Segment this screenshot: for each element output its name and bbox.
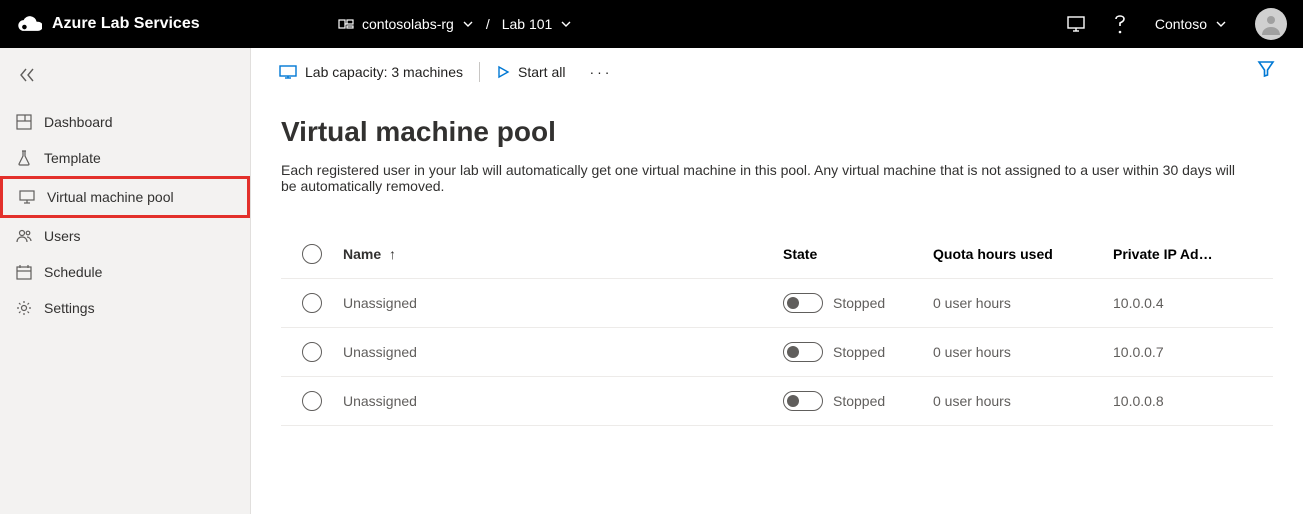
column-header-state[interactable]: State [783, 246, 933, 262]
table-header: Name ↑ State Quota hours used Private IP… [281, 230, 1273, 279]
double-chevron-left-icon [18, 66, 36, 84]
row-checkbox[interactable] [302, 391, 322, 411]
lab-capacity-button[interactable]: Lab capacity: 3 machines [279, 64, 463, 80]
row-name[interactable]: Unassigned [343, 295, 783, 311]
topbar-right: Contoso [1067, 8, 1287, 40]
calendar-icon [16, 264, 32, 280]
page: Virtual machine pool Each registered use… [251, 96, 1303, 426]
breadcrumb: contosolabs-rg / Lab 101 [336, 12, 574, 36]
page-title: Virtual machine pool [281, 116, 1273, 148]
vm-table: Name ↑ State Quota hours used Private IP… [281, 230, 1273, 426]
sidebar-item-users[interactable]: Users [0, 218, 250, 254]
row-name[interactable]: Unassigned [343, 393, 783, 409]
row-quota: 0 user hours [933, 295, 1113, 311]
sidebar-item-label: Dashboard [44, 114, 113, 130]
brand-name: Azure Lab Services [52, 15, 200, 33]
monitor-icon [279, 65, 297, 79]
sidebar: Dashboard Template Virtual machine pool … [0, 48, 251, 514]
column-header-name[interactable]: Name ↑ [343, 246, 783, 262]
help-icon[interactable] [1113, 14, 1127, 34]
breadcrumb-rg-label: contosolabs-rg [362, 16, 454, 32]
row-name[interactable]: Unassigned [343, 344, 783, 360]
row-state: Stopped [833, 393, 885, 409]
toolbar-separator [479, 62, 480, 82]
table-row: Unassigned Stopped 0 user hours 10.0.0.7 [281, 328, 1273, 377]
sidebar-item-settings[interactable]: Settings [0, 290, 250, 326]
monitor-icon[interactable] [1067, 16, 1085, 32]
row-state: Stopped [833, 344, 885, 360]
sidebar-item-template[interactable]: Template [0, 140, 250, 176]
gear-icon [16, 300, 32, 316]
sidebar-item-label: Schedule [44, 264, 102, 280]
dashboard-icon [16, 114, 32, 130]
select-all-checkbox[interactable] [302, 244, 322, 264]
state-toggle[interactable] [783, 342, 823, 362]
collapse-sidebar-button[interactable] [0, 58, 250, 104]
breadcrumb-lab[interactable]: Lab 101 [500, 12, 575, 36]
row-ip: 10.0.0.8 [1113, 393, 1273, 409]
resource-group-icon [338, 16, 354, 32]
directory-label: Contoso [1155, 16, 1207, 32]
topbar: Azure Lab Services contosolabs-rg / Lab … [0, 0, 1303, 48]
user-icon [1260, 13, 1282, 35]
more-button[interactable]: ··· [589, 64, 612, 80]
row-checkbox[interactable] [302, 293, 322, 313]
chevron-down-icon [462, 18, 474, 30]
sort-ascending-icon: ↑ [389, 246, 396, 262]
monitor-icon [19, 189, 35, 205]
row-checkbox[interactable] [302, 342, 322, 362]
table-row: Unassigned Stopped 0 user hours 10.0.0.8 [281, 377, 1273, 426]
sidebar-item-label: Users [44, 228, 81, 244]
main: Lab capacity: 3 machines Start all ··· V… [251, 48, 1303, 514]
start-all-button[interactable]: Start all [496, 64, 565, 80]
sidebar-item-dashboard[interactable]: Dashboard [0, 104, 250, 140]
sidebar-item-schedule[interactable]: Schedule [0, 254, 250, 290]
brand[interactable]: Azure Lab Services [16, 15, 336, 33]
start-all-label: Start all [518, 64, 565, 80]
directory-picker[interactable]: Contoso [1155, 16, 1227, 32]
filter-button[interactable] [1257, 60, 1275, 83]
play-icon [496, 65, 510, 79]
row-quota: 0 user hours [933, 344, 1113, 360]
row-ip: 10.0.0.4 [1113, 295, 1273, 311]
users-icon [16, 228, 32, 244]
row-state: Stopped [833, 295, 885, 311]
chevron-down-icon [1215, 18, 1227, 30]
sidebar-item-label: Settings [44, 300, 95, 316]
cloud-icon [16, 15, 42, 33]
toolbar: Lab capacity: 3 machines Start all ··· [251, 48, 1303, 96]
row-ip: 10.0.0.7 [1113, 344, 1273, 360]
column-header-quota[interactable]: Quota hours used [933, 246, 1113, 262]
breadcrumb-separator: / [486, 16, 490, 32]
state-toggle[interactable] [783, 391, 823, 411]
state-toggle[interactable] [783, 293, 823, 313]
row-quota: 0 user hours [933, 393, 1113, 409]
breadcrumb-lab-label: Lab 101 [502, 16, 553, 32]
sidebar-item-label: Virtual machine pool [47, 189, 174, 205]
page-description: Each registered user in your lab will au… [281, 162, 1241, 194]
flask-icon [16, 150, 32, 166]
avatar[interactable] [1255, 8, 1287, 40]
sidebar-item-vm-pool[interactable]: Virtual machine pool [0, 176, 250, 218]
lab-capacity-label: Lab capacity: 3 machines [305, 64, 463, 80]
column-header-ip[interactable]: Private IP Ad… [1113, 246, 1273, 262]
breadcrumb-resource-group[interactable]: contosolabs-rg [336, 12, 476, 36]
chevron-down-icon [560, 18, 572, 30]
table-row: Unassigned Stopped 0 user hours 10.0.0.4 [281, 279, 1273, 328]
sidebar-item-label: Template [44, 150, 101, 166]
